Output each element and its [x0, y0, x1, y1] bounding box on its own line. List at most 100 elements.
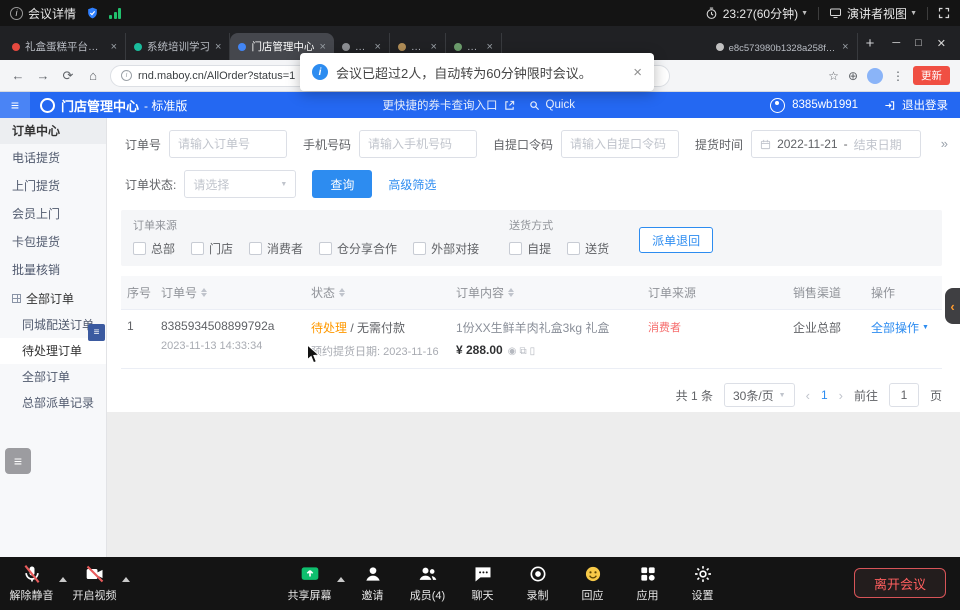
mobile-icon[interactable]: ▯	[530, 346, 539, 357]
tab-close-icon[interactable]: ×	[486, 41, 492, 53]
tab-close-icon[interactable]: ×	[374, 41, 380, 53]
search-button[interactable]: 查询	[312, 170, 372, 198]
apps-button[interactable]: 应用	[620, 557, 675, 603]
members-button[interactable]: 成员(4)	[400, 557, 455, 603]
order-no-input[interactable]	[169, 130, 287, 158]
invite-button[interactable]: 邀请	[345, 557, 400, 603]
col-order-no[interactable]: 订单号	[161, 284, 311, 301]
window-maximize-icon[interactable]: □	[915, 37, 922, 50]
sidebar-item-batch-verify[interactable]: 批量核销	[0, 256, 106, 284]
sidebar-collapse-toggle-icon[interactable]: ≡	[88, 324, 105, 341]
current-page[interactable]: 1	[821, 388, 828, 402]
chat-button[interactable]: 聊天	[455, 557, 510, 603]
tab-close-icon[interactable]: ×	[319, 41, 325, 53]
checkbox[interactable]	[249, 242, 262, 255]
extensions-icon[interactable]: ⊕	[848, 69, 858, 83]
checkbox[interactable]	[413, 242, 426, 255]
back-icon[interactable]: ←	[10, 68, 26, 83]
source-option[interactable]: 门店	[191, 240, 233, 257]
side-panel-handle[interactable]: ‹	[945, 288, 960, 324]
checkbox[interactable]	[509, 242, 522, 255]
quick-link[interactable]: Quick	[546, 99, 575, 111]
bookmark-star-icon[interactable]: ☆	[828, 69, 839, 83]
sidebar-sub-hq-dispatch-log[interactable]: 总部派单记录	[0, 390, 106, 416]
checkbox[interactable]	[133, 242, 146, 255]
settings-button[interactable]: 设置	[675, 557, 730, 603]
share-screen-button[interactable]: 共享屏幕	[282, 557, 337, 603]
leave-meeting-button[interactable]: 离开会议	[854, 568, 946, 598]
window-close-icon[interactable]: ✕	[937, 37, 946, 50]
phone-input[interactable]	[359, 130, 477, 158]
view-dropdown-icon[interactable]: ▼	[910, 10, 917, 17]
username[interactable]: 8385wb1991	[792, 99, 858, 111]
checkbox[interactable]	[567, 242, 580, 255]
reaction-button[interactable]: 回应	[565, 557, 620, 603]
sort-icon[interactable]	[508, 288, 514, 297]
toast-close-icon[interactable]: ×	[633, 64, 642, 81]
browser-tab[interactable]: 系统培训学习×	[126, 33, 230, 60]
home-icon[interactable]: ⌂	[85, 68, 101, 83]
browser-menu-icon[interactable]: ⋮	[892, 69, 904, 83]
unmute-button[interactable]: 解除静音	[4, 557, 59, 603]
network-signal-icon[interactable]	[109, 8, 121, 19]
order-status-select[interactable]: 请选择 ▼	[184, 170, 296, 198]
new-tab-button[interactable]: +	[866, 35, 875, 52]
advanced-filter-link[interactable]: 高级筛选	[388, 176, 436, 193]
sidebar-item-member-visit[interactable]: 会员上门	[0, 200, 106, 228]
start-video-button[interactable]: 开启视频	[67, 557, 122, 603]
sort-icon[interactable]	[339, 288, 345, 297]
promo-link[interactable]: 更快捷的券卡查询入口	[383, 97, 498, 113]
meeting-info-icon[interactable]: i	[10, 7, 23, 20]
forward-icon[interactable]: →	[35, 68, 51, 83]
user-avatar-icon[interactable]	[770, 98, 785, 113]
date-range-picker[interactable]: 2022-11-21 - 结束日期	[751, 130, 921, 158]
source-option[interactable]: 外部对接	[413, 240, 479, 257]
share-options-caret[interactable]	[337, 577, 345, 582]
external-link-icon[interactable]	[504, 100, 515, 111]
browser-update-button[interactable]: 更新	[913, 66, 950, 85]
tab-close-icon[interactable]: ×	[111, 41, 117, 53]
floating-list-icon[interactable]: ≡	[5, 448, 31, 474]
view-mode-label[interactable]: 演讲者视图	[847, 5, 907, 22]
browser-profile-avatar[interactable]	[867, 68, 883, 84]
checkbox[interactable]	[191, 242, 204, 255]
prev-page-icon[interactable]: ‹	[806, 388, 810, 403]
col-status[interactable]: 状态	[311, 284, 456, 301]
goto-page-input[interactable]	[889, 383, 919, 407]
pickup-code-input[interactable]	[561, 130, 679, 158]
source-option[interactable]: 仓分享合作	[319, 240, 397, 257]
sidebar-item-phone-pickup[interactable]: 电话提货	[0, 144, 106, 172]
delivery-option[interactable]: 送货	[567, 240, 609, 257]
mute-options-caret[interactable]	[59, 577, 67, 582]
sidebar-item-door-pickup[interactable]: 上门提货	[0, 172, 106, 200]
col-content[interactable]: 订单内容	[456, 284, 648, 301]
reload-icon[interactable]: ⟳	[60, 68, 76, 84]
tab-close-icon[interactable]: ×	[842, 41, 848, 53]
tab-close-icon[interactable]: ×	[430, 41, 436, 53]
window-minimize-icon[interactable]: ─	[892, 37, 900, 50]
source-option[interactable]: 总部	[133, 240, 175, 257]
browser-tab[interactable]: 礼盒蛋糕平台管理中心×	[4, 33, 126, 60]
source-option[interactable]: 消费者	[249, 240, 303, 257]
checkbox[interactable]	[319, 242, 332, 255]
search-icon[interactable]	[529, 100, 540, 111]
panel-collapse-icon[interactable]: »	[941, 136, 948, 151]
security-shield-icon[interactable]	[86, 6, 99, 20]
meeting-info-label[interactable]: 会议详情	[28, 5, 76, 22]
sort-icon[interactable]	[201, 288, 207, 297]
sidebar-sub-pending-orders[interactable]: 待处理订单	[0, 338, 106, 364]
sidebar-item-card-pickup[interactable]: 卡包提货	[0, 228, 106, 256]
fullscreen-icon[interactable]	[938, 7, 950, 19]
row-action-dropdown[interactable]: 全部操作▼	[871, 319, 942, 336]
page-size-select[interactable]: 30条/页▼	[724, 383, 795, 407]
logout-button[interactable]: 退出登录	[902, 97, 948, 113]
browser-tab-mini[interactable]: e8c573980b1328a258fd2e6同×	[708, 33, 858, 60]
timer-dropdown-icon[interactable]: ▼	[801, 10, 808, 17]
hamburger-menu-icon[interactable]: ≡	[0, 92, 30, 118]
dispatch-return-button[interactable]: 派单退回	[639, 227, 713, 253]
note-icon[interactable]: ◉	[508, 346, 520, 357]
site-info-icon[interactable]: i	[121, 70, 132, 81]
delivery-option[interactable]: 自提	[509, 240, 551, 257]
sidebar-sub-all-orders[interactable]: 全部订单	[0, 364, 106, 390]
gift-icon[interactable]: ⧉	[519, 346, 529, 357]
